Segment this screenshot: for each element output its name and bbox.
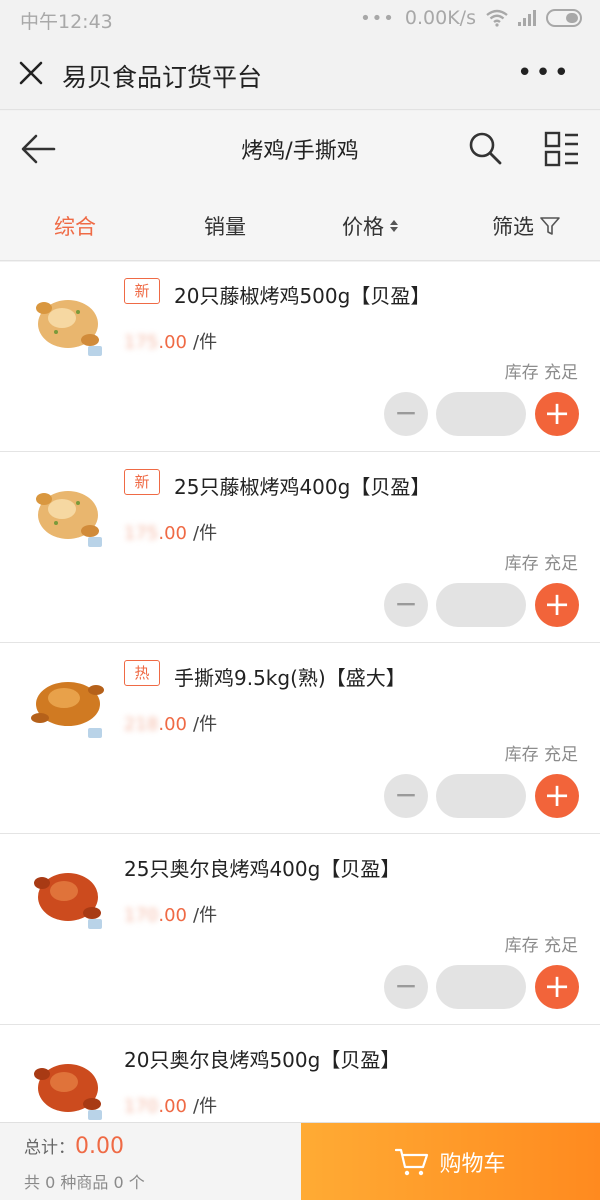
price-whole: 175 (124, 332, 159, 353)
price-unit: /件 (193, 523, 218, 544)
product-price: 175.00/件 (124, 519, 217, 545)
sort-arrows-icon (390, 220, 398, 232)
wifi-icon (486, 9, 508, 27)
more-menu-icon[interactable]: ••• (517, 58, 572, 88)
increase-button[interactable]: + (535, 392, 579, 436)
stock-status: 库存 充足 (504, 745, 578, 765)
app-header: 易贝食品订货平台 ••• (0, 38, 600, 110)
decrease-button[interactable]: − (384, 774, 428, 818)
status-bar: 中午12:43 ••• 0.00K/s (0, 0, 600, 38)
price-whole: 170 (124, 905, 159, 926)
price-cents: .00 (158, 1096, 187, 1117)
product-tag: 新 (124, 278, 160, 304)
filter-label: 筛选 (492, 215, 534, 239)
product-item[interactable]: 新 25只藤椒烤鸡400g【贝盈】 175.00/件 库存 充足 − + (0, 453, 600, 643)
item-count: 共 0 种商品 0 个 (24, 1173, 145, 1192)
product-item[interactable]: 热 手撕鸡9.5kg(熟)【盛大】 218.00/件 库存 充足 − + (0, 644, 600, 834)
price-unit: /件 (193, 1096, 218, 1117)
notification-dots-icon: ••• (360, 7, 395, 29)
price-cents: .00 (158, 332, 187, 353)
sort-bar: 综合 销量 价格 筛选 (0, 187, 600, 261)
product-list: 新 20只藤椒烤鸡500g【贝盈】 175.00/件 库存 充足 − + 新 2… (0, 262, 600, 1122)
decrease-button[interactable]: − (384, 965, 428, 1009)
price-cents: .00 (158, 905, 187, 926)
product-name[interactable]: 25只藤椒烤鸡400g【贝盈】 (174, 471, 430, 500)
sort-overall[interactable]: 综合 (54, 211, 96, 241)
price-unit: /件 (193, 332, 218, 353)
battery-icon (546, 9, 582, 27)
total-line: 总计：0.00 (24, 1133, 124, 1159)
grid-layout-icon[interactable] (544, 131, 580, 167)
status-time: 中午12:43 (20, 11, 113, 33)
badge-icon (88, 728, 102, 738)
filter-icon (540, 217, 560, 235)
quantity-input[interactable] (436, 965, 526, 1009)
price-cents: .00 (158, 523, 187, 544)
price-unit: /件 (193, 905, 218, 926)
stock-status: 库存 充足 (504, 554, 578, 574)
quantity-input[interactable] (436, 583, 526, 627)
price-whole: 170 (124, 1096, 159, 1117)
product-name[interactable]: 20只奥尔良烤鸡500g【贝盈】 (124, 1044, 400, 1073)
product-price: 170.00/件 (124, 1092, 217, 1118)
close-icon[interactable] (18, 60, 44, 86)
increase-button[interactable]: + (535, 965, 579, 1009)
product-price: 218.00/件 (124, 710, 217, 736)
increase-button[interactable]: + (535, 583, 579, 627)
badge-icon (88, 537, 102, 547)
status-indicators: ••• 0.00K/s (360, 7, 582, 29)
sort-sales[interactable]: 销量 (204, 211, 246, 241)
product-price: 170.00/件 (124, 901, 217, 927)
search-icon[interactable] (468, 131, 502, 165)
price-cents: .00 (158, 714, 187, 735)
category-header: 烤鸡/手撕鸡 (0, 111, 600, 187)
product-tag: 新 (124, 469, 160, 495)
stock-status: 库存 充足 (504, 363, 578, 383)
product-name[interactable]: 25只奥尔良烤鸡400g【贝盈】 (124, 853, 400, 882)
quantity-input[interactable] (436, 774, 526, 818)
badge-icon (88, 346, 102, 356)
network-speed: 0.00K/s (404, 7, 476, 29)
decrease-button[interactable]: − (384, 392, 428, 436)
total-label: 总计： (24, 1138, 75, 1158)
cart-button[interactable]: 购物车 (301, 1123, 600, 1200)
product-name[interactable]: 20只藤椒烤鸡500g【贝盈】 (174, 280, 430, 309)
product-item[interactable]: 新 20只藤椒烤鸡500g【贝盈】 175.00/件 库存 充足 − + (0, 262, 600, 452)
total-amount: 0.00 (75, 1134, 124, 1159)
filter-button[interactable]: 筛选 (492, 211, 560, 241)
product-item[interactable]: 25只奥尔良烤鸡400g【贝盈】 170.00/件 库存 充足 − + (0, 835, 600, 1025)
price-whole: 218 (124, 714, 159, 735)
price-whole: 175 (124, 523, 159, 544)
decrease-button[interactable]: − (384, 583, 428, 627)
product-name[interactable]: 手撕鸡9.5kg(熟)【盛大】 (174, 662, 406, 691)
increase-button[interactable]: + (535, 774, 579, 818)
sort-price-label: 价格 (342, 215, 384, 239)
cart-icon (395, 1148, 429, 1176)
stock-status: 库存 充足 (504, 936, 578, 956)
signal-icon (518, 10, 536, 26)
app-title: 易贝食品订货平台 (62, 63, 263, 92)
price-unit: /件 (193, 714, 218, 735)
quantity-input[interactable] (436, 392, 526, 436)
sort-price[interactable]: 价格 (342, 211, 398, 241)
badge-icon (88, 919, 102, 929)
category-title: 烤鸡/手撕鸡 (241, 139, 359, 164)
product-item[interactable]: 20只奥尔良烤鸡500g【贝盈】 170.00/件 (0, 1026, 600, 1122)
badge-icon (88, 1110, 102, 1120)
product-tag: 热 (124, 660, 160, 686)
cart-label: 购物车 (439, 1152, 506, 1177)
product-price: 175.00/件 (124, 328, 217, 354)
cart-summary-bar: 总计：0.00 共 0 种商品 0 个 购物车 (0, 1122, 600, 1200)
